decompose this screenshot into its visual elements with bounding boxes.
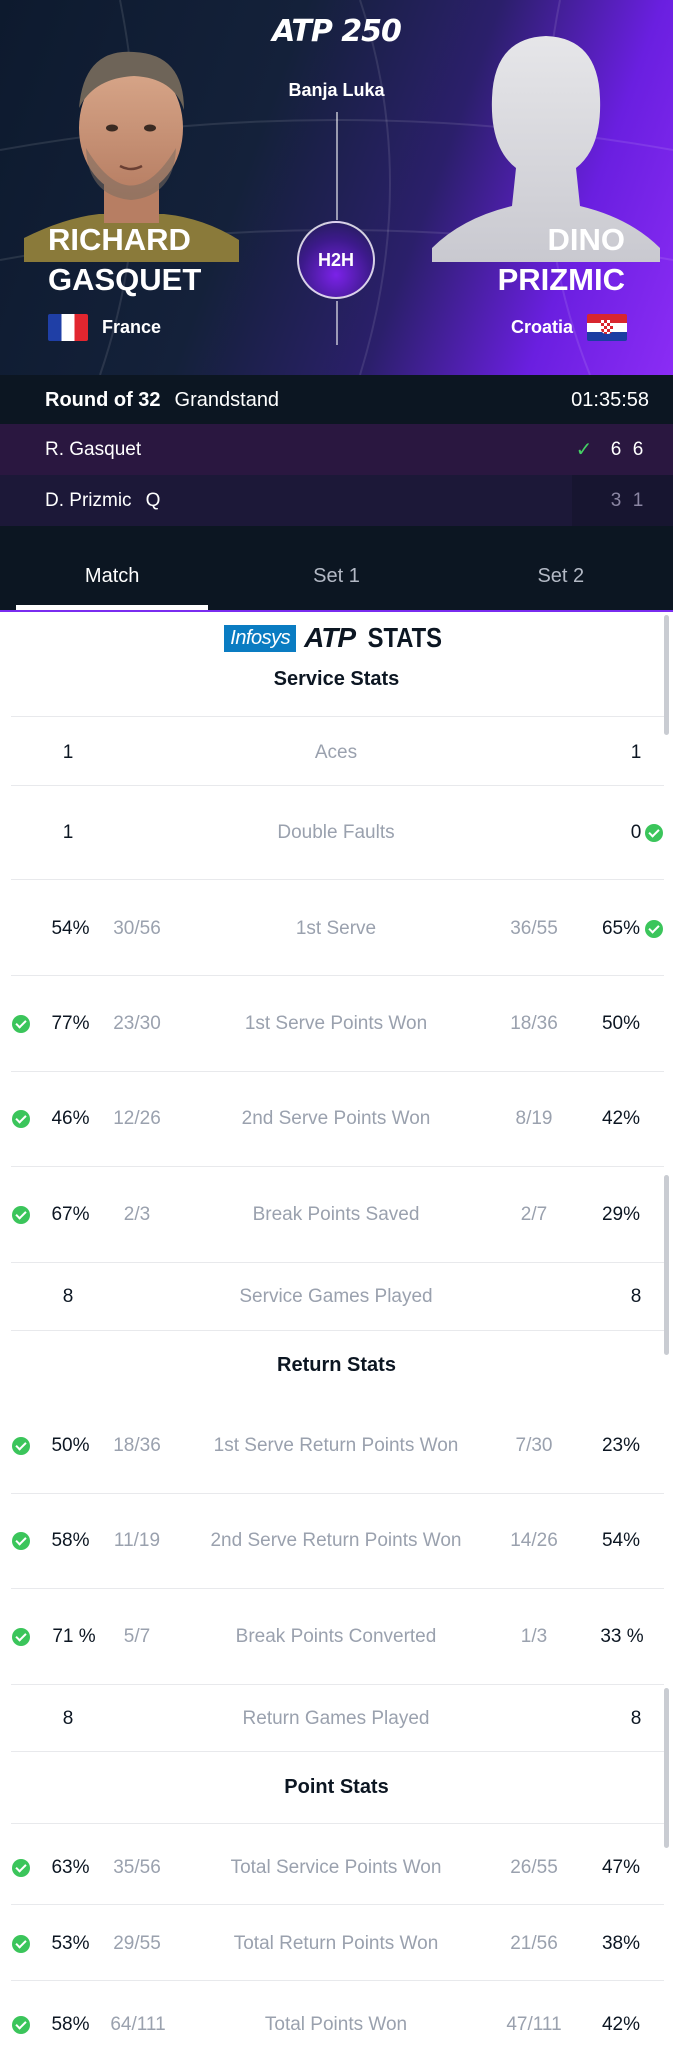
section-title-point: Point Stats bbox=[284, 1776, 389, 1798]
scrollbar-thumb[interactable] bbox=[664, 615, 669, 735]
stat-row-aces: 1 Aces 1 bbox=[62, 742, 642, 763]
tab-match[interactable]: Match bbox=[0, 526, 224, 612]
set-score: 3 bbox=[610, 489, 622, 511]
divider bbox=[11, 1588, 664, 1589]
infosys-atp-stats-logo: Infosys ATP STATS bbox=[0, 622, 673, 654]
court-label: Grandstand bbox=[174, 388, 280, 411]
stat-row-second-serve-points-won: 46% 12/26 2nd Serve Points Won 8/19 42% bbox=[0, 1099, 673, 1139]
divider bbox=[11, 1493, 664, 1494]
match-info-bar: Round of 32 Grandstand 01:35:58 bbox=[0, 375, 673, 425]
stat-row-second-serve-return-points-won: 58% 11/19 2nd Serve Return Points Won 14… bbox=[0, 1521, 673, 1561]
tabs-divider bbox=[0, 610, 673, 612]
stat-row-break-points-saved: 67% 2/3 Break Points Saved 2/7 29% bbox=[0, 1195, 673, 1235]
divider-line-bottom bbox=[336, 301, 338, 345]
section-title-return: Return Stats bbox=[277, 1354, 396, 1376]
h2h-button[interactable]: H2H bbox=[297, 221, 375, 299]
stat-row-break-points-converted: 71 % 5/7 Break Points Converted 1/3 33 % bbox=[0, 1617, 673, 1657]
stat-row-total-service-points-won: 63% 35/56 Total Service Points Won 26/55… bbox=[0, 1848, 673, 1888]
stat-row-first-serve-return-points-won: 50% 18/36 1st Serve Return Points Won 7/… bbox=[0, 1426, 673, 1466]
check-icon bbox=[12, 1935, 30, 1953]
country-left: France bbox=[48, 314, 161, 341]
check-icon bbox=[12, 1628, 30, 1646]
check-icon bbox=[645, 824, 663, 842]
country-right: Croatia bbox=[511, 314, 627, 341]
stat-row-total-return-points-won: 53% 29/55 Total Return Points Won 21/56 … bbox=[0, 1924, 673, 1964]
player-name-left[interactable]: RICHARD GASQUET bbox=[48, 220, 201, 300]
divider bbox=[11, 1262, 664, 1263]
divider bbox=[11, 785, 664, 786]
tab-set-1[interactable]: Set 1 bbox=[224, 526, 448, 612]
divider bbox=[11, 975, 664, 976]
match-header: ATP 250 Banja Luka H2H RICHARD GASQUET D… bbox=[0, 0, 673, 375]
flag-croatia-icon bbox=[587, 314, 627, 341]
score-player-name: D. Prizmic Q bbox=[45, 489, 161, 511]
stat-row-double-faults: 1 Double Faults 0 bbox=[0, 813, 673, 853]
stat-row-service-games-played: 8 Service Games Played 8 bbox=[62, 1286, 642, 1307]
stat-row-first-serve: 54% 30/56 1st Serve 36/55 65% bbox=[0, 909, 673, 949]
divider-line-top bbox=[336, 112, 338, 220]
check-icon bbox=[12, 1110, 30, 1128]
tab-set-2[interactable]: Set 2 bbox=[449, 526, 673, 612]
round-label: Round of 32 bbox=[45, 388, 161, 411]
check-icon bbox=[12, 1015, 30, 1033]
divider bbox=[11, 1684, 664, 1685]
divider bbox=[11, 1980, 664, 1981]
flag-france-icon bbox=[48, 314, 88, 341]
score-row-player2: D. Prizmic Q 3 1 bbox=[0, 475, 673, 526]
divider bbox=[11, 879, 664, 880]
check-icon bbox=[12, 1532, 30, 1550]
stat-row-total-points-won: 58% 64/111 Total Points Won 47/111 42% bbox=[0, 2005, 673, 2045]
set-score: 6 bbox=[632, 438, 644, 460]
scrollbar-thumb[interactable] bbox=[664, 1175, 669, 1355]
winner-check-icon: ✓ bbox=[575, 439, 593, 461]
score-row-player1: R. Gasquet ✓ 6 6 bbox=[0, 424, 673, 475]
divider bbox=[11, 1071, 664, 1072]
set-score: 1 bbox=[632, 489, 644, 511]
divider bbox=[11, 1330, 664, 1331]
divider bbox=[11, 1823, 664, 1824]
check-icon bbox=[12, 1206, 30, 1224]
check-icon bbox=[12, 1859, 30, 1877]
stat-row-first-serve-points-won: 77% 23/30 1st Serve Points Won 18/36 50% bbox=[0, 1004, 673, 1044]
divider bbox=[11, 716, 664, 717]
check-icon bbox=[12, 1437, 30, 1455]
section-title-service: Service Stats bbox=[273, 668, 400, 690]
player-name-right[interactable]: DINO PRIZMIC bbox=[498, 220, 625, 300]
stat-row-return-games-played: 8 Return Games Played 8 bbox=[62, 1708, 642, 1729]
set-score: 6 bbox=[610, 438, 622, 460]
match-duration: 01:35:58 bbox=[571, 388, 649, 411]
divider bbox=[11, 1166, 664, 1167]
check-icon bbox=[645, 920, 663, 938]
check-icon bbox=[12, 2016, 30, 2034]
score-player-name: R. Gasquet bbox=[45, 438, 142, 460]
set-tabs: Match Set 1 Set 2 bbox=[0, 526, 673, 612]
divider bbox=[11, 1904, 664, 1905]
divider bbox=[11, 1751, 664, 1752]
scrollbar-thumb[interactable] bbox=[664, 1688, 669, 1848]
qualifier-badge: Q bbox=[145, 489, 161, 511]
